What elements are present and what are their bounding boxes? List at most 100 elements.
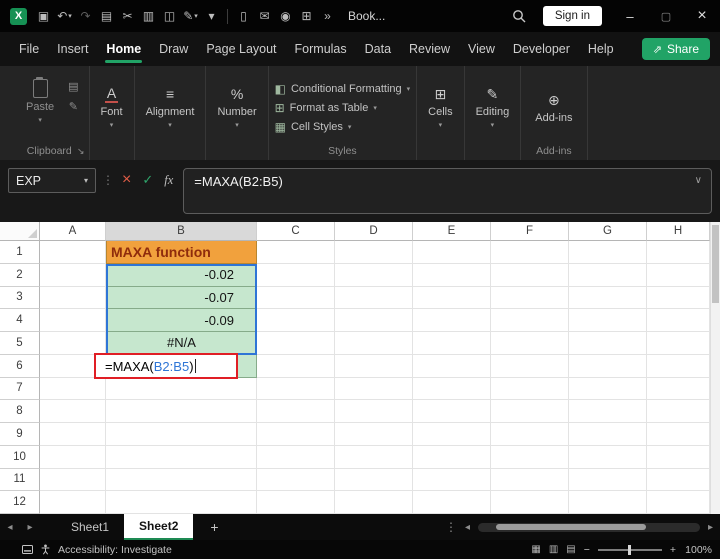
sign-in-button[interactable]: Sign in [542,6,602,26]
borders-icon[interactable]: ◫ [159,4,180,28]
column-header-c[interactable]: C [257,222,335,241]
cell-a8[interactable] [40,400,106,423]
more-commands-icon[interactable]: » [317,4,338,28]
vertical-scrollbar[interactable] [710,222,720,514]
cell-c8[interactable] [257,400,335,423]
menu-review[interactable]: Review [400,32,459,66]
format-painter-icon[interactable]: ✎ [180,4,201,28]
menu-help[interactable]: Help [579,32,623,66]
insert-function-button[interactable]: fx [164,173,173,188]
undo-icon[interactable]: ↶ [54,4,75,28]
row-header-12[interactable]: 12 [0,491,40,514]
save-icon[interactable]: ▣ [33,4,54,28]
cell-g2[interactable] [569,263,647,287]
cell-h2[interactable] [647,263,710,287]
paste-button[interactable]: Paste [16,72,64,143]
cell-c12[interactable] [257,491,335,514]
cell-b3[interactable]: -0.07 [106,286,257,310]
cell-a3[interactable] [40,286,106,310]
cell-g6[interactable] [569,354,647,378]
row-header-5[interactable]: 5 [0,332,40,355]
column-header-e[interactable]: E [413,222,491,241]
camera-icon[interactable]: ◉ [275,4,296,28]
row-header-6[interactable]: 6 [0,354,40,378]
picture-icon[interactable]: ▥ [138,4,159,28]
sheet-tab-sheet2[interactable]: Sheet2 [124,514,194,540]
cell-a5[interactable] [40,332,106,355]
cell-g4[interactable] [569,309,647,332]
cut-icon[interactable]: ✂ [117,4,138,28]
row-header-2[interactable]: 2 [0,263,40,287]
cell-h12[interactable] [647,491,710,514]
zoom-level[interactable]: 100% [684,544,712,556]
cell-d4[interactable] [335,309,413,332]
ribbon-group-number[interactable]: % Number [206,66,269,160]
cell-c3[interactable] [257,286,335,310]
row-header-10[interactable]: 10 [0,445,40,469]
macro-record-icon[interactable] [22,545,33,554]
cell-e12[interactable] [413,491,491,514]
cell-d6[interactable] [335,354,413,378]
add-ins-button[interactable]: ⊕ Add-ins [527,72,580,143]
dialog-launcher-icon[interactable] [77,146,85,157]
normal-view-icon[interactable] [531,544,540,555]
cell-e3[interactable] [413,286,491,310]
conditional-formatting-button[interactable]: ◧ Conditional Formatting [275,82,411,96]
cell-e5[interactable] [413,332,491,355]
row-header-7[interactable]: 7 [0,377,40,401]
cell-h4[interactable] [647,309,710,332]
menu-home[interactable]: Home [97,32,150,66]
cell-f2[interactable] [491,263,569,287]
sheet-tab-sheet1[interactable]: Sheet1 [56,514,124,540]
cell-g3[interactable] [569,286,647,310]
column-header-a[interactable]: A [40,222,106,241]
ribbon-group-editing[interactable]: ✎ Editing [465,66,522,160]
cell-f7[interactable] [491,377,569,401]
cell-styles-button[interactable]: ▦ Cell Styles [275,120,411,134]
cell-a4[interactable] [40,309,106,332]
cell-a2[interactable] [40,263,106,287]
cell-e11[interactable] [413,468,491,492]
page-break-view-icon[interactable] [566,544,575,555]
menu-insert[interactable]: Insert [48,32,97,66]
menu-page-layout[interactable]: Page Layout [197,32,285,66]
row-header-3[interactable]: 3 [0,286,40,310]
cell-f9[interactable] [491,423,569,446]
zoom-out-button[interactable]: − [584,544,590,556]
cell-a1[interactable] [40,241,106,264]
cell-c1[interactable] [257,241,335,264]
search-icon[interactable] [505,0,533,32]
toolbar-overflow-icon[interactable]: ▾ [201,4,222,28]
cell-b7[interactable] [106,377,257,401]
menu-data[interactable]: Data [356,32,400,66]
column-header-f[interactable]: F [491,222,569,241]
cell-f12[interactable] [491,491,569,514]
sheet-nav-right-icon[interactable] [20,514,40,540]
cell-g11[interactable] [569,468,647,492]
menu-view[interactable]: View [459,32,504,66]
menu-formulas[interactable]: Formulas [286,32,356,66]
cell-c4[interactable] [257,309,335,332]
cell-d10[interactable] [335,445,413,469]
cell-a10[interactable] [40,445,106,469]
expand-formula-bar-icon[interactable] [695,175,702,186]
cell-c7[interactable] [257,377,335,401]
sheet-options-icon[interactable] [445,520,457,534]
cell-b10[interactable] [106,445,257,469]
cell-g1[interactable] [569,241,647,264]
cell-b12[interactable] [106,491,257,514]
cell-edit-box[interactable]: =MAXA( B2:B5 ) [94,353,238,379]
menu-developer[interactable]: Developer [504,32,579,66]
cell-a12[interactable] [40,491,106,514]
cell-h7[interactable] [647,377,710,401]
cell-b11[interactable] [106,468,257,492]
copy-icon[interactable] [68,80,78,93]
cell-g5[interactable] [569,332,647,355]
cell-e8[interactable] [413,400,491,423]
cell-e7[interactable] [413,377,491,401]
cell-h11[interactable] [647,468,710,492]
cell-d12[interactable] [335,491,413,514]
maximize-button[interactable] [648,0,684,32]
cell-b4[interactable]: -0.09 [106,309,257,332]
cell-f1[interactable] [491,241,569,264]
